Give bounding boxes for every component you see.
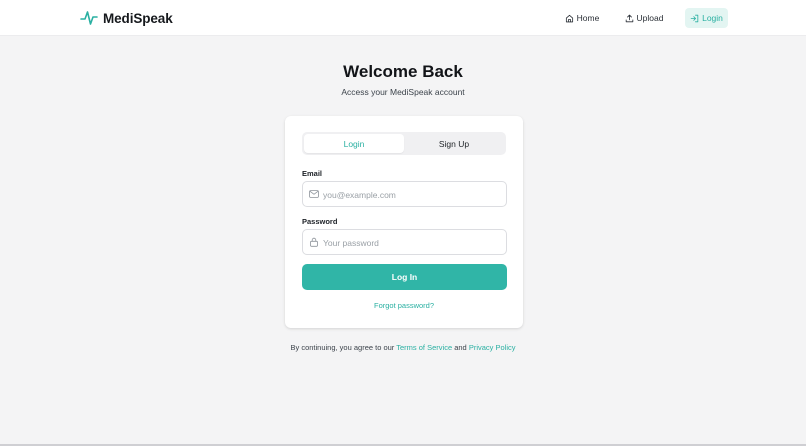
nav-upload-label: Upload	[636, 13, 664, 23]
password-input[interactable]	[323, 234, 501, 251]
nav-home-label: Home	[576, 13, 600, 23]
terms-notice: By continuing, you agree to our Terms of…	[0, 343, 806, 352]
brand-logo[interactable]: MediSpeak	[80, 9, 173, 27]
upload-icon	[625, 14, 637, 23]
terms-prefix: By continuing, you agree to our	[290, 343, 395, 352]
top-navbar: MediSpeak Home Upload Login	[0, 0, 806, 36]
login-icon	[690, 14, 702, 23]
nav-login[interactable]: Login	[685, 8, 728, 28]
brand-name: MediSpeak	[103, 10, 173, 26]
auth-card: Login Sign Up Email Password Log In Forg…	[285, 116, 523, 328]
password-label: Password	[302, 217, 338, 226]
auth-tabs: Login Sign Up	[302, 132, 506, 155]
email-input[interactable]	[323, 186, 501, 203]
password-field-wrapper	[302, 229, 507, 255]
email-label: Email	[302, 169, 323, 178]
terms-of-service-link[interactable]: Terms of Service	[396, 343, 452, 352]
nav-home[interactable]: Home	[562, 8, 602, 28]
privacy-policy-link[interactable]: Privacy Policy	[469, 343, 516, 352]
nav-login-label: Login	[702, 13, 723, 23]
pulse-icon	[80, 10, 98, 26]
forgot-password-link[interactable]: Forgot password?	[285, 301, 523, 310]
tab-login[interactable]: Login	[304, 134, 404, 153]
tab-signup[interactable]: Sign Up	[404, 134, 504, 153]
page-subtitle: Access your MediSpeak account	[341, 87, 465, 97]
nav-upload[interactable]: Upload	[622, 8, 666, 28]
page-title: Welcome Back	[343, 62, 463, 81]
login-submit-button[interactable]: Log In	[302, 264, 507, 290]
terms-and: and	[454, 343, 467, 352]
home-icon	[565, 14, 577, 23]
email-field-wrapper	[302, 181, 507, 207]
